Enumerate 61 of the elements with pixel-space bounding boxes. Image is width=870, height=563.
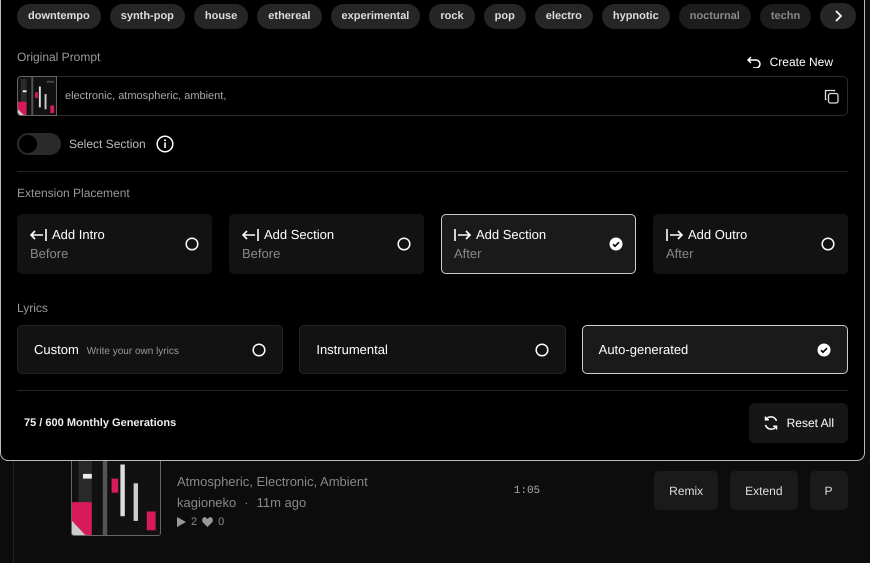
placement-option[interactable]: Add Outro After	[653, 214, 848, 274]
genre-tag[interactable]: ethereal	[257, 4, 322, 28]
option-hint: Write your own lyrics	[86, 346, 179, 357]
usage-count: 75 / 600 Monthly Generations	[24, 417, 176, 429]
undo-icon	[746, 56, 761, 68]
play-icon	[177, 517, 186, 527]
option-subtitle: After	[666, 246, 694, 261]
option-subtitle: Before	[30, 246, 70, 261]
genre-tag[interactable]: synth-pop	[110, 4, 185, 28]
section-label: Lyrics	[17, 301, 49, 315]
info-icon	[156, 135, 174, 153]
action-button[interactable]: Remix	[654, 471, 718, 510]
lyrics-option[interactable]: Custom Write your own lyrics	[17, 325, 284, 374]
placement-option[interactable]: Add Intro Before	[17, 214, 212, 274]
option-title: Auto-generated	[598, 342, 688, 357]
genre-tag[interactable]: electro	[534, 4, 593, 28]
option-title: Add Section	[476, 227, 546, 242]
next-button[interactable]	[820, 3, 856, 29]
genre-tag[interactable]: pop	[484, 4, 526, 28]
author-link[interactable]: kagioneko	[177, 495, 236, 510]
genre-tag[interactable]: hypnotic	[602, 4, 670, 28]
action-button[interactable]: Extend	[730, 471, 798, 510]
lyrics-option[interactable]: Auto-generated	[582, 325, 848, 374]
genre-tag[interactable]: house	[194, 4, 248, 28]
option-subtitle: After	[454, 246, 482, 261]
track-duration: 1:05	[514, 485, 540, 497]
option-title: Add Outro	[688, 227, 748, 242]
arrow-left-bar-icon	[30, 228, 47, 242]
separator-dot: ·	[244, 495, 249, 510]
genre-tag[interactable]: techn	[760, 4, 812, 28]
genre-tag[interactable]: nocturnal	[678, 4, 751, 28]
lyrics-option[interactable]: Instrumental	[299, 325, 566, 374]
option-title: Instrumental	[316, 342, 388, 357]
arrow-left-bar-icon	[242, 228, 259, 242]
refresh-icon	[762, 415, 779, 431]
option-title: Custom	[34, 342, 79, 357]
option-title: Add Section	[264, 227, 334, 242]
toggle-switch[interactable]	[17, 133, 61, 155]
placement-option[interactable]: Add Section Before	[229, 214, 424, 274]
section-label: Extension Placement	[17, 186, 131, 200]
create-new-button[interactable]: Create New	[746, 55, 848, 69]
copy-icon	[824, 88, 839, 104]
heart-icon	[202, 517, 214, 527]
option-title: Add Intro	[52, 227, 105, 242]
bar-arrow-right-icon	[666, 228, 683, 242]
prompt-field[interactable]: electronic, atmospheric, ambient,	[57, 76, 848, 116]
track-tags: Atmospheric, Electronic, Ambient	[177, 474, 368, 489]
section-label: Original Prompt	[17, 50, 100, 64]
chevron-right-icon	[834, 10, 842, 22]
option-subtitle: Before	[242, 246, 282, 261]
genre-tag[interactable]: rock	[429, 4, 475, 28]
play-count: 2	[191, 516, 198, 528]
action-button[interactable]: P	[810, 471, 848, 510]
bar-arrow-right-icon	[454, 228, 471, 242]
placement-option[interactable]: Add Section After	[441, 214, 636, 274]
genre-tag[interactable]: experimental	[330, 4, 420, 28]
like-count: 0	[218, 516, 224, 528]
genre-tag[interactable]: downtempo	[17, 4, 101, 28]
time-ago: 11m ago	[256, 495, 306, 510]
reset-all-button[interactable]: Reset All	[748, 403, 848, 443]
toggle-label: Select Section	[69, 137, 146, 151]
